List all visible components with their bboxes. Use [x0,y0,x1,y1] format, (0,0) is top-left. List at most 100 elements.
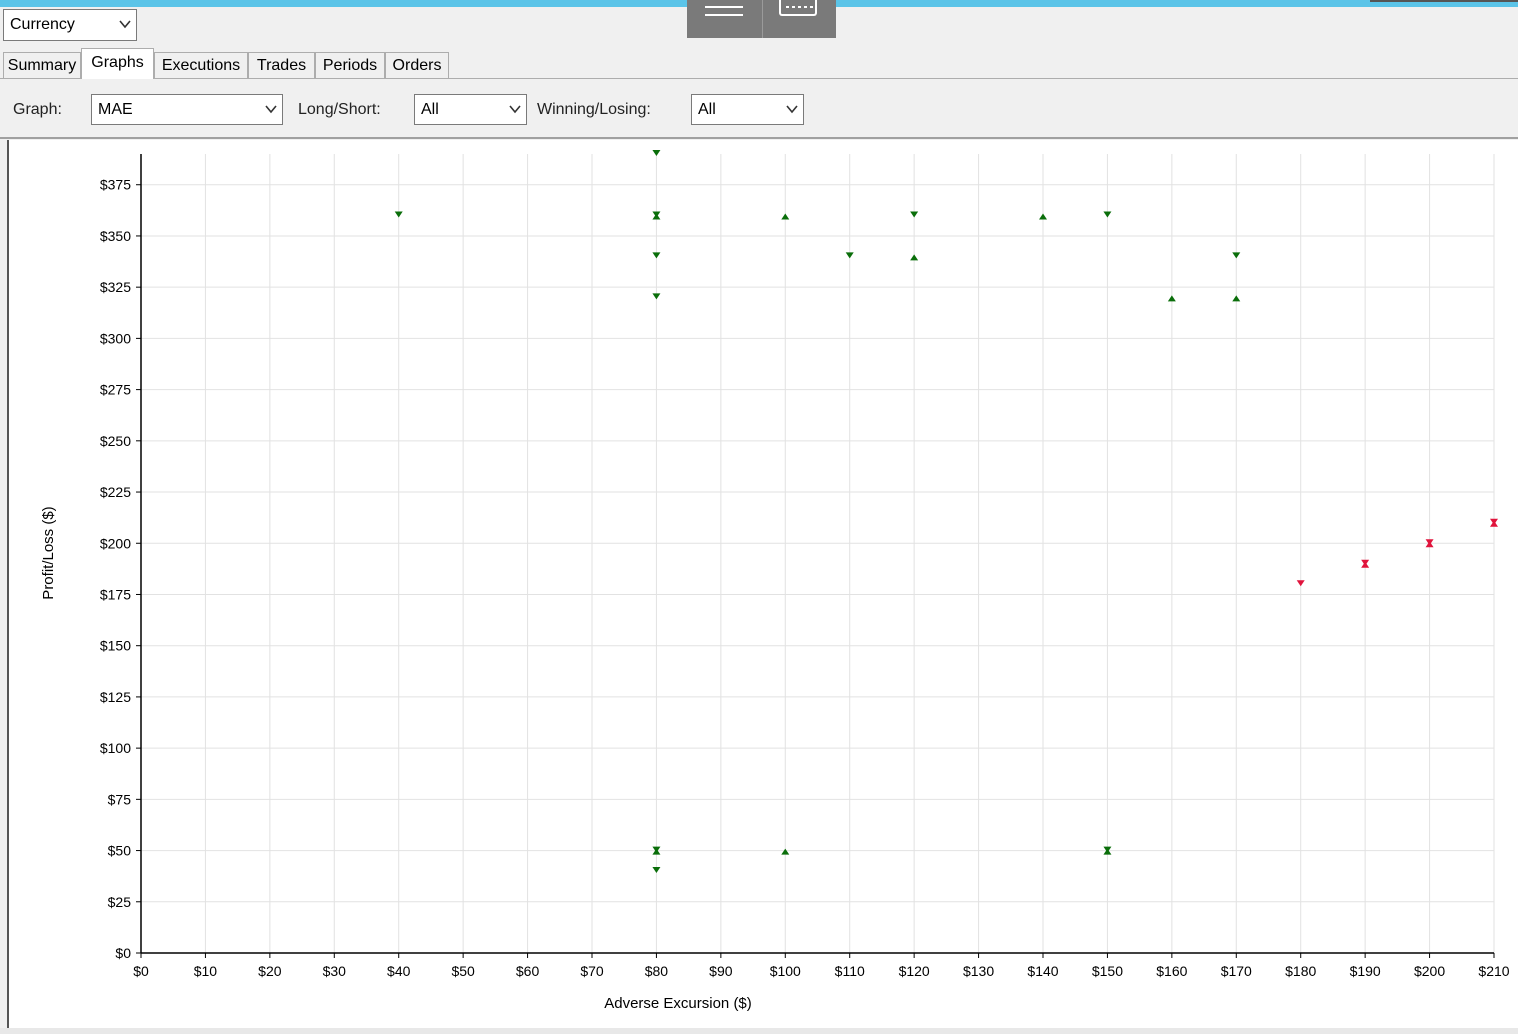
chevron-down-icon [509,105,521,114]
scatter-point [652,867,661,874]
y-tick-label: $375 [100,177,131,193]
x-tick-label: $0 [133,963,149,979]
x-tick-label: $70 [580,963,604,979]
x-tick-label: $120 [899,963,930,979]
x-tick-label: $10 [194,963,218,979]
tab-summary[interactable]: Summary [3,52,81,78]
mae-scatter-chart: $0 $10 $20 $30 $40 $50 $60 $70 $80 $90 $100 $110 $12… [40,150,1510,1012]
window-top-accent [1370,0,1518,2]
scatter-point [1039,213,1047,220]
x-tick-label: $50 [451,963,475,979]
marker-up [1425,541,1434,548]
scatter-point [652,150,661,156]
chevron-down-icon [265,105,277,114]
x-tick-label: $90 [709,963,733,979]
y-tick-label: $50 [108,843,132,859]
marker-up [1039,213,1047,220]
marker-down [1103,211,1112,218]
y-tick-label: $150 [100,638,131,654]
y-tick-label: $350 [100,228,131,244]
long-short-select[interactable]: All [414,94,527,125]
x-tick-label: $130 [963,963,994,979]
marker-up [910,254,919,261]
scatter-point [1490,518,1498,527]
marker-down [394,211,403,218]
y-tick-label: $0 [115,945,131,961]
x-tick-label: $140 [1027,963,1058,979]
x-tick-label: $180 [1285,963,1316,979]
y-tick-label: $100 [100,740,131,756]
marker-up [1167,295,1176,302]
tab-orders[interactable]: Orders [385,52,449,78]
chevron-down-icon [119,20,131,29]
graph-type-value: MAE [98,101,133,118]
scatter-point [1296,580,1305,587]
y-tick-label: $325 [100,279,131,295]
scatter-point [1232,252,1241,259]
scatter-point [652,252,661,259]
marker-up [781,213,790,220]
graph-label: Graph: [13,101,62,118]
marker-down [910,211,919,218]
marker-up [1103,848,1112,855]
tab-executions[interactable]: Executions [154,52,248,78]
y-tick-labels: $0 $25 $50 $75 $100 $125 $150 $175 $200 $225 $250 $… [100,177,131,961]
x-tick-label: $40 [387,963,411,979]
y-tick-label: $250 [100,433,131,449]
scatter-point [1361,559,1370,568]
scatter-point [394,211,403,218]
data-points [394,150,1498,874]
x-tick-label: $20 [258,963,282,979]
marker-up [781,848,790,855]
long-short-value: All [421,101,439,118]
x-tick-label: $100 [770,963,801,979]
scatter-point [910,254,919,261]
marker-down [1296,580,1305,587]
scatter-point [781,213,790,220]
scatter-point [781,848,790,855]
long-short-label: Long/Short: [298,101,381,118]
y-tick-label: $275 [100,382,131,398]
x-tick-label: $200 [1414,963,1445,979]
scatter-point [1232,295,1241,302]
panel-divider [0,137,1518,139]
floating-touch-toolbar [687,0,836,38]
hamburger-menu-icon[interactable] [705,6,743,18]
x-tick-labels: $0 $10 $20 $30 $40 $50 $60 $70 $80 $90 $100 $110 $12… [133,963,1510,979]
x-tick-label: $160 [1156,963,1187,979]
chart-grid [140,154,1495,954]
x-tick-label: $210 [1478,963,1509,979]
marker-down [652,293,661,300]
graph-type-select[interactable]: MAE [91,94,283,125]
tab-periods[interactable]: Periods [315,52,385,78]
scatter-point [910,211,919,218]
toolbar-divider [762,0,763,38]
x-tick-label: $170 [1221,963,1252,979]
winning-losing-value: All [698,101,716,118]
tab-graphs[interactable]: Graphs [81,48,154,79]
currency-select[interactable]: Currency [3,9,137,41]
y-tick-label: $125 [100,689,131,705]
keyboard-icon[interactable] [779,0,817,16]
scatter-point [1103,211,1112,218]
currency-select-value: Currency [10,16,75,33]
winning-losing-select[interactable]: All [691,94,804,125]
x-tick-label: $190 [1350,963,1381,979]
scatter-point [652,293,661,300]
scatter-point [652,211,661,220]
x-tick-label: $150 [1092,963,1123,979]
marker-up [1490,520,1498,527]
marker-down [1232,252,1241,259]
y-tick-label: $75 [108,791,132,807]
x-tick-label: $30 [323,963,347,979]
tab-trades[interactable]: Trades [248,52,315,78]
x-axis-label: Adverse Excursion ($) [604,995,752,1012]
x-tick-label: $60 [516,963,540,979]
chevron-down-icon [786,105,798,114]
x-tick-label: $110 [835,963,865,979]
bottom-strip [0,1028,1518,1034]
chart-axes [136,154,1495,958]
y-tick-label: $25 [108,894,132,910]
y-tick-label: $300 [100,330,131,346]
marker-down [652,252,661,259]
